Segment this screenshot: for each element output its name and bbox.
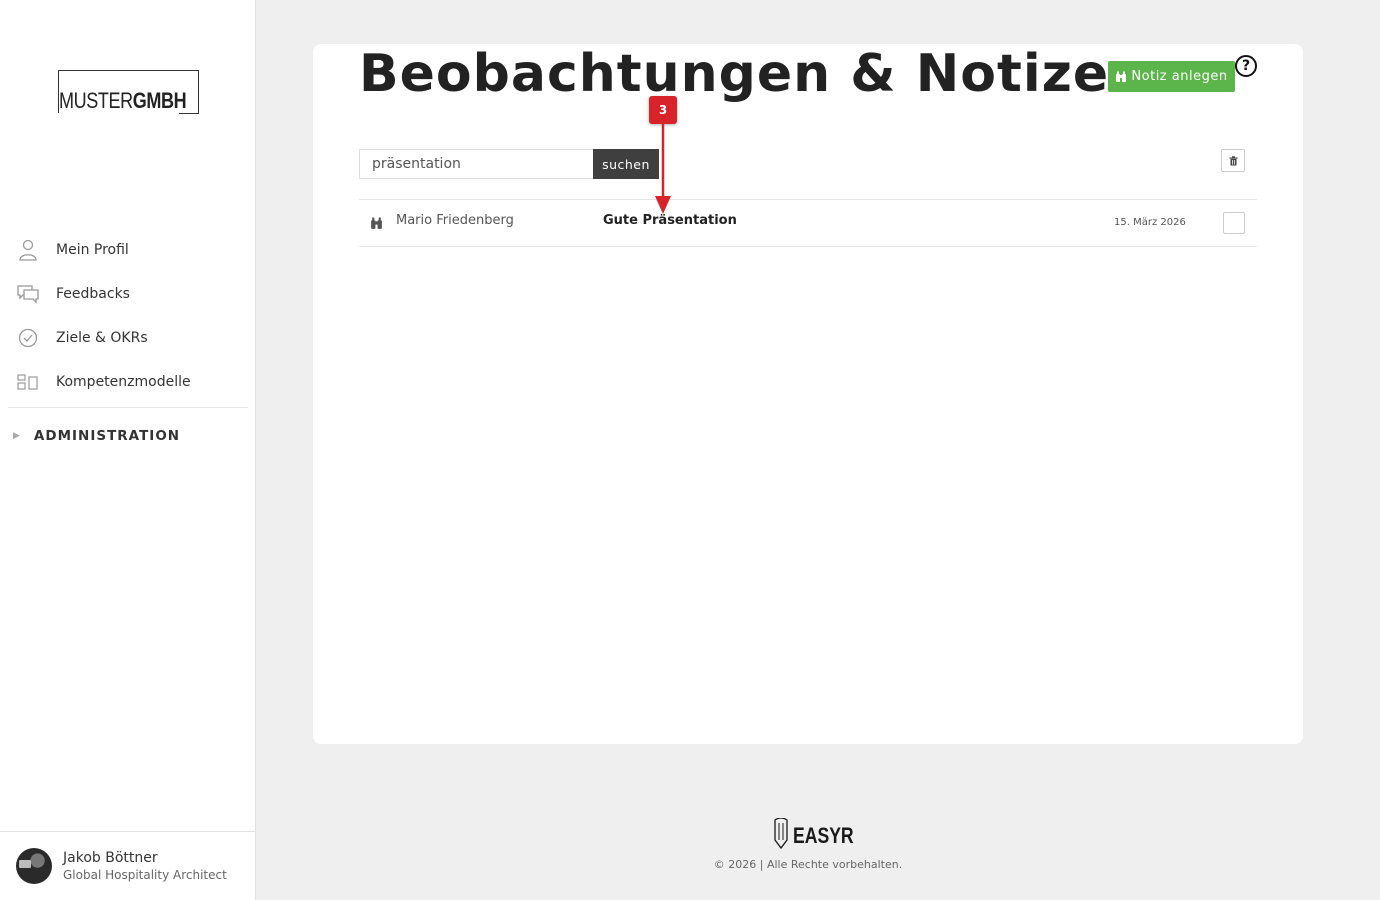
- sidebar-item-administration[interactable]: ▶ ADMINISTRATION: [0, 408, 256, 464]
- check-circle-icon: [17, 327, 39, 349]
- copyright: © 2026 | Alle Rechte vorbehalten.: [713, 858, 903, 871]
- sidebar-item-mein-profil[interactable]: Mein Profil: [0, 228, 256, 272]
- notes-card: Beobachtungen & Notizen Notiz anlegen ? …: [313, 44, 1303, 744]
- company-logo[interactable]: MUSTERGMBH: [58, 70, 199, 114]
- delete-button[interactable]: [1221, 149, 1245, 172]
- pencil-logo-icon: [772, 817, 790, 854]
- trash-icon: [1229, 151, 1238, 170]
- binoculars-icon: [370, 215, 383, 234]
- annotation-arrow-icon: [655, 124, 671, 214]
- chat-bubbles-icon: [17, 283, 39, 305]
- footer-brand: EASYR: [793, 823, 854, 848]
- add-note-button[interactable]: Notiz anlegen: [1108, 61, 1235, 92]
- note-author: Mario Friedenberg: [396, 213, 514, 228]
- search-input[interactable]: [359, 149, 593, 179]
- sidebar-item-label: Feedbacks: [56, 286, 130, 302]
- admin-label: ADMINISTRATION: [33, 428, 181, 444]
- page-title: Beobachtungen & Notizen: [359, 44, 1148, 104]
- easyr-logo[interactable]: EASYR: [772, 817, 869, 854]
- note-date: 15. März 2026: [1114, 217, 1186, 228]
- help-icon[interactable]: ?: [1235, 55, 1257, 77]
- caret-right-icon: ▶: [13, 431, 20, 441]
- sidebar-item-label: Mein Profil: [56, 242, 129, 258]
- sidebar-item-feedbacks[interactable]: Feedbacks: [0, 272, 256, 316]
- sidebar-item-label: Ziele & OKRs: [56, 330, 148, 346]
- logo-text-bold: GMBH: [132, 88, 187, 113]
- logo-text-light: MUSTER: [59, 88, 133, 113]
- sidebar: MUSTERGMBH Mein Profil Feedbacks Ziele &…: [0, 0, 256, 900]
- step-badge: 3: [649, 96, 677, 124]
- sidebar-item-ziele-okrs[interactable]: Ziele & OKRs: [0, 316, 256, 360]
- models-icon: [17, 371, 39, 393]
- add-note-label: Notiz anlegen: [1131, 69, 1228, 84]
- sidebar-nav: Mein Profil Feedbacks Ziele & OKRs Kompe…: [0, 228, 256, 464]
- user-icon: [17, 239, 39, 261]
- note-checkbox[interactable]: [1223, 212, 1245, 234]
- note-row[interactable]: Mario Friedenberg Gute Präsentation 15. …: [359, 199, 1257, 247]
- sidebar-item-label: Kompetenzmodelle: [56, 374, 191, 390]
- sidebar-item-kompetenzmodelle[interactable]: Kompetenzmodelle: [0, 360, 256, 404]
- binoculars-icon: [1115, 71, 1127, 83]
